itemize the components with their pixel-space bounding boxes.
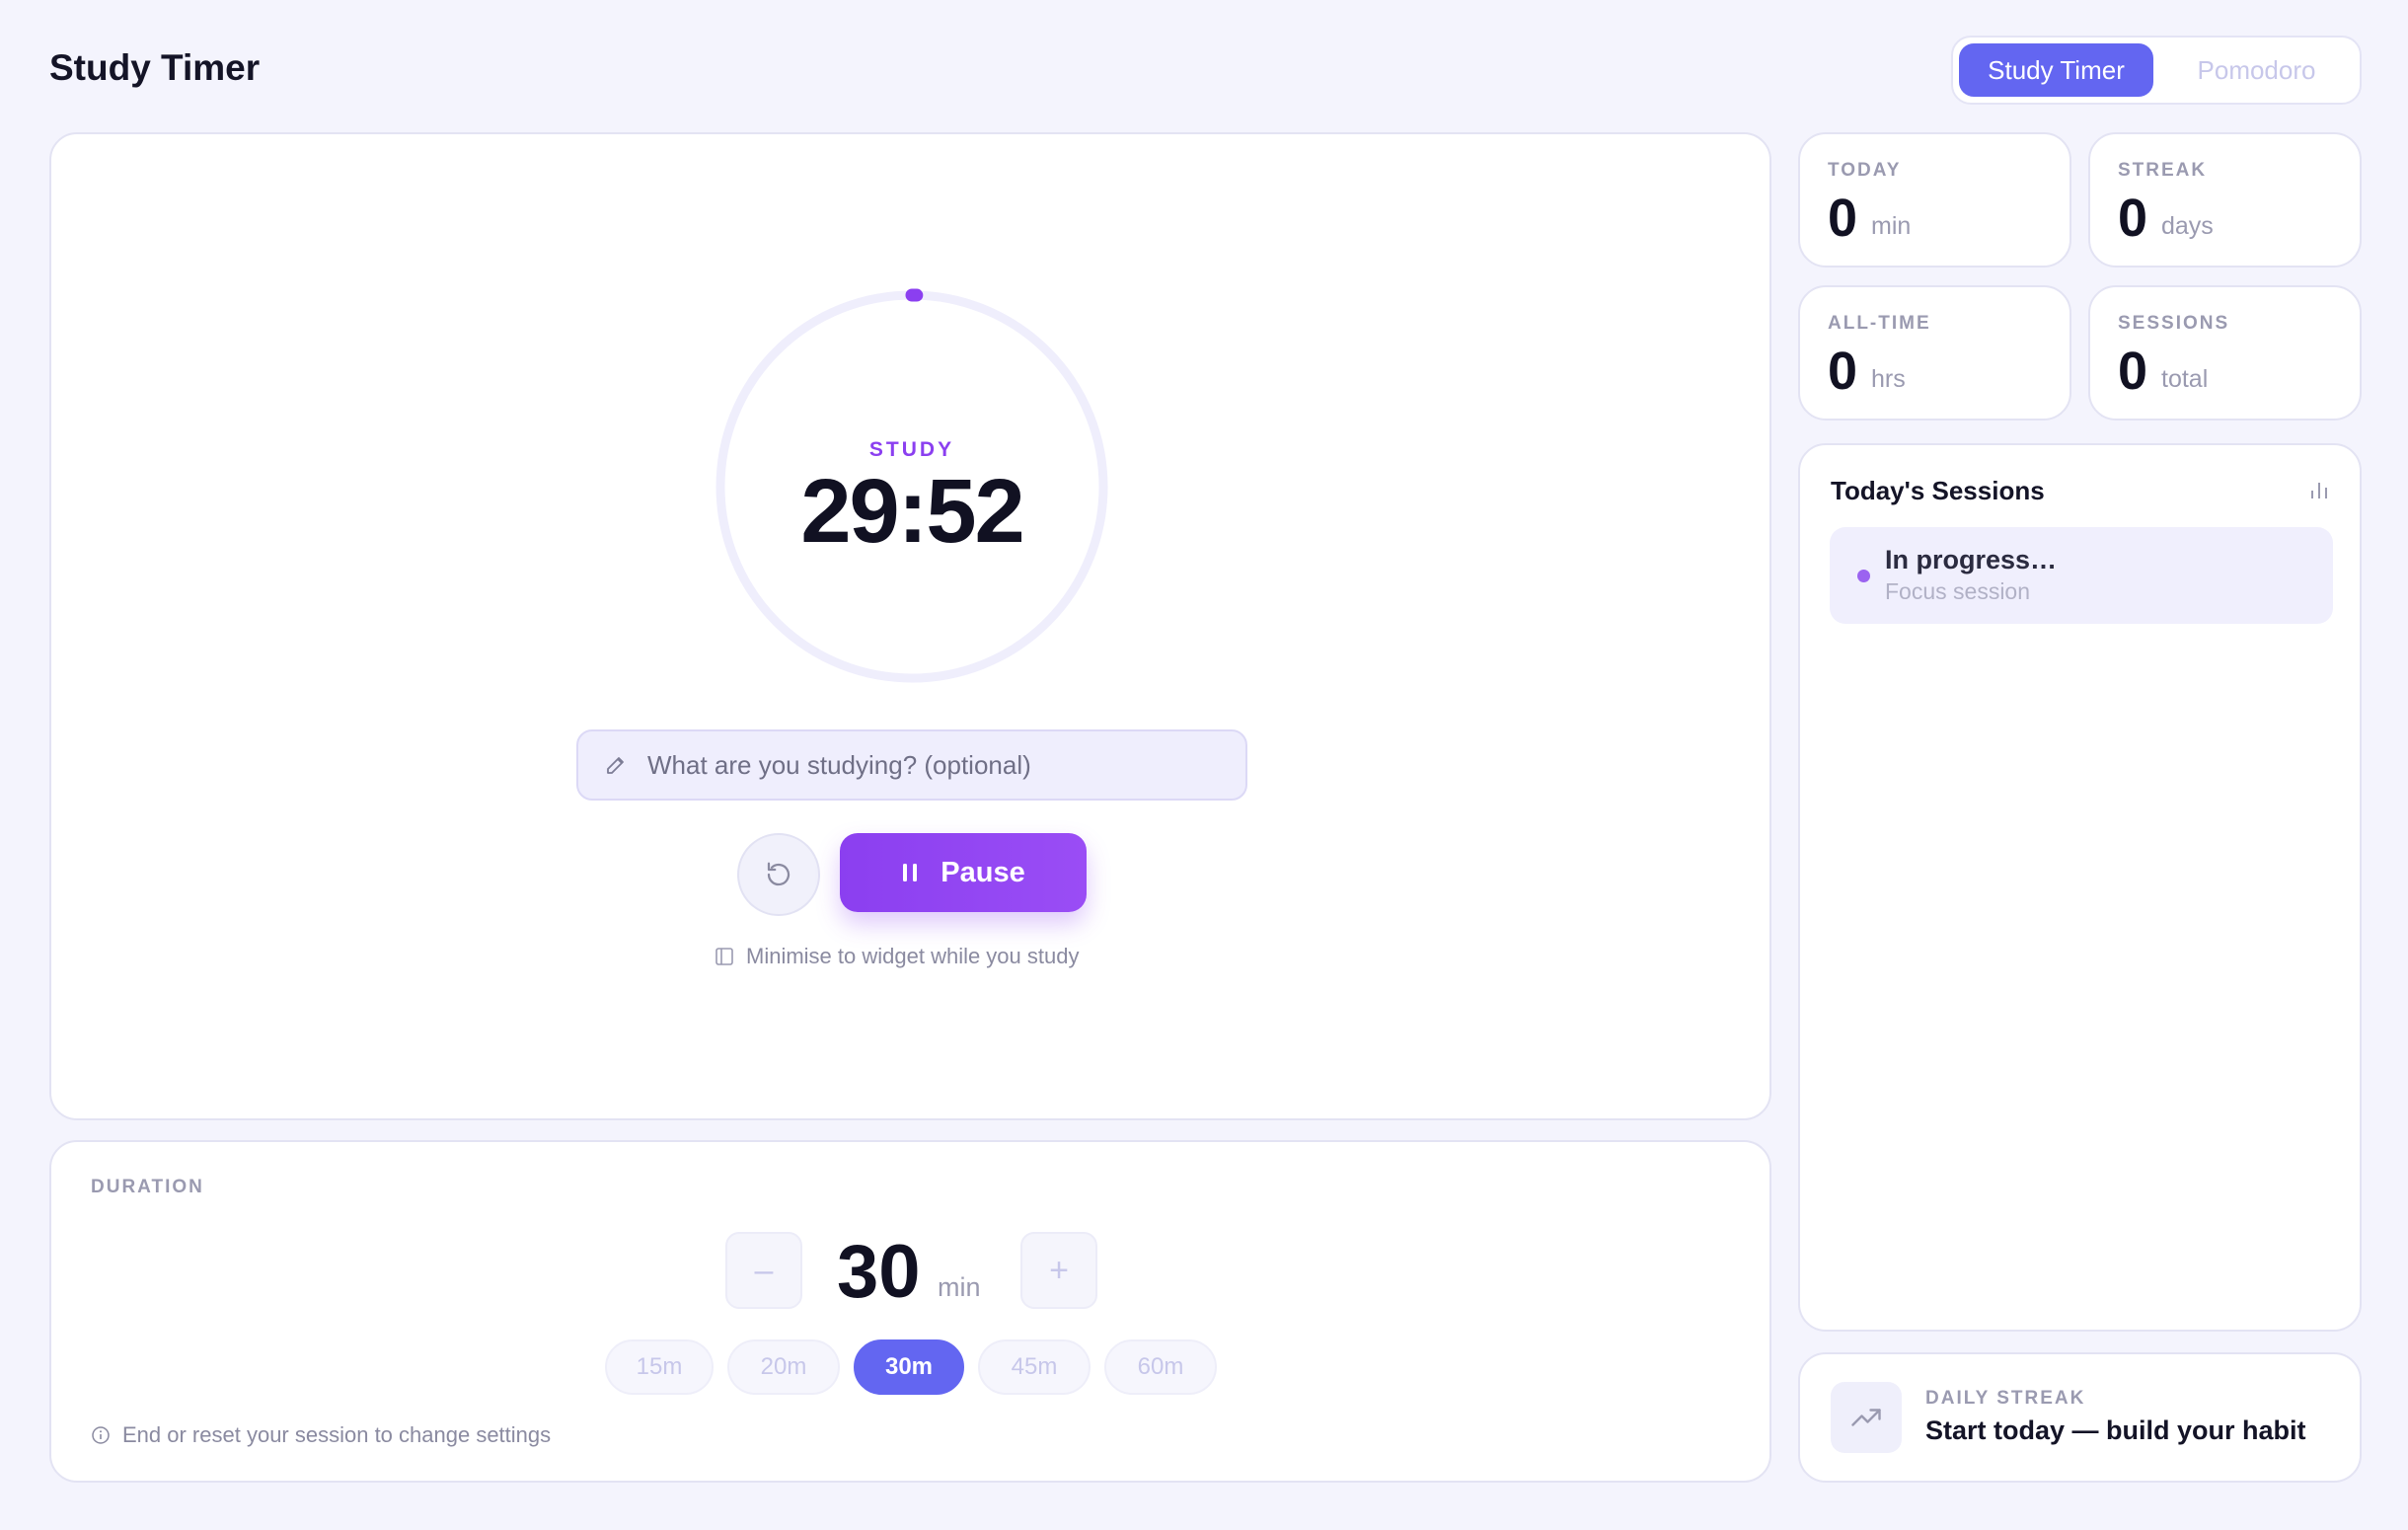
duration-value: 30 [837, 1230, 921, 1314]
info-icon [92, 1426, 110, 1444]
stat-today: TODAY 0 min [1798, 132, 2071, 268]
reset-icon [767, 862, 790, 886]
duration-card: DURATION – 30 min + 15m 20m 30m 45m 60m … [49, 1140, 1771, 1483]
pause-label: Pause [941, 856, 1025, 888]
reset-button[interactable] [737, 833, 820, 916]
subject-input[interactable] [645, 748, 1218, 782]
preset-60m[interactable]: 60m [1104, 1339, 1217, 1395]
session-subtitle: Focus session [1885, 578, 2031, 604]
daily-streak-card: DAILY STREAK Start today — build your ha… [1798, 1352, 2362, 1483]
decrement-button[interactable]: – [725, 1232, 802, 1309]
subject-field[interactable] [576, 729, 1247, 801]
duration-note: End or reset your session to change sett… [91, 1422, 551, 1448]
pause-button[interactable]: Pause [840, 833, 1087, 912]
tab-study-timer[interactable]: Study Timer [1959, 43, 2153, 97]
stat-value: 0 [1828, 342, 1858, 401]
minimise-label: Minimise to widget while you study [746, 944, 1080, 968]
stat-unit: hrs [1871, 365, 1906, 393]
stat-unit: total [2161, 365, 2209, 393]
timer-card: STUDY 29:52 Pause Minimise to widget whi… [49, 132, 1771, 1120]
stat-label: ALL-TIME [1828, 313, 1931, 334]
trending-up-icon [1851, 1409, 1881, 1426]
sessions-card: Today's Sessions In progress… Focus sess… [1798, 443, 2362, 1332]
preset-45m[interactable]: 45m [978, 1339, 1091, 1395]
bar-chart-icon[interactable] [2308, 479, 2330, 500]
streak-icon-box [1831, 1382, 1902, 1453]
stat-label: TODAY [1828, 160, 1902, 181]
stat-streak: STREAK 0 days [2088, 132, 2362, 268]
duration-note-text: End or reset your session to change sett… [122, 1422, 552, 1447]
mode-switch: Study Timer Pomodoro [1951, 36, 2362, 105]
timer-countdown: 29:52 [800, 461, 1024, 562]
stat-sessions: SESSIONS 0 total [2088, 285, 2362, 421]
stat-value: 0 [2118, 342, 2148, 401]
status-dot [1857, 570, 1870, 582]
pencil-icon [607, 757, 624, 774]
stat-unit: min [1871, 212, 1912, 240]
preset-15m[interactable]: 15m [605, 1339, 714, 1395]
stat-value: 0 [2118, 189, 2148, 248]
timer-ring: STUDY 29:52 [712, 286, 1112, 687]
sessions-title: Today's Sessions [1831, 476, 2045, 505]
tab-pomodoro[interactable]: Pomodoro [2159, 43, 2354, 97]
duration-unit: min [938, 1272, 981, 1302]
list-item[interactable]: In progress… Focus session [1830, 527, 2333, 624]
preset-20m[interactable]: 20m [727, 1339, 840, 1395]
stat-label: STREAK [2118, 160, 2208, 181]
streak-text: Start today — build your habit [1925, 1415, 2306, 1445]
pause-icon [903, 864, 918, 881]
page-title: Study Timer [49, 47, 261, 88]
stat-all-time: ALL-TIME 0 hrs [1798, 285, 2071, 421]
stat-value: 0 [1828, 189, 1858, 248]
sidebar-panel-icon [715, 948, 733, 965]
duration-label: DURATION [91, 1177, 204, 1197]
duration-presets: 15m 20m 30m 45m 60m [605, 1339, 1217, 1395]
session-title: In progress… [1885, 545, 2058, 574]
increment-button[interactable]: + [1020, 1232, 1097, 1309]
preset-30m[interactable]: 30m [854, 1339, 964, 1395]
minimise-widget-link[interactable]: Minimise to widget while you study [715, 944, 1079, 969]
stat-label: SESSIONS [2118, 313, 2230, 334]
stat-unit: days [2161, 212, 2214, 240]
streak-label: DAILY STREAK [1925, 1388, 2086, 1409]
header: Study Timer Study Timer Pomodoro [0, 0, 2408, 132]
timer-mode-label: STUDY [868, 438, 955, 461]
